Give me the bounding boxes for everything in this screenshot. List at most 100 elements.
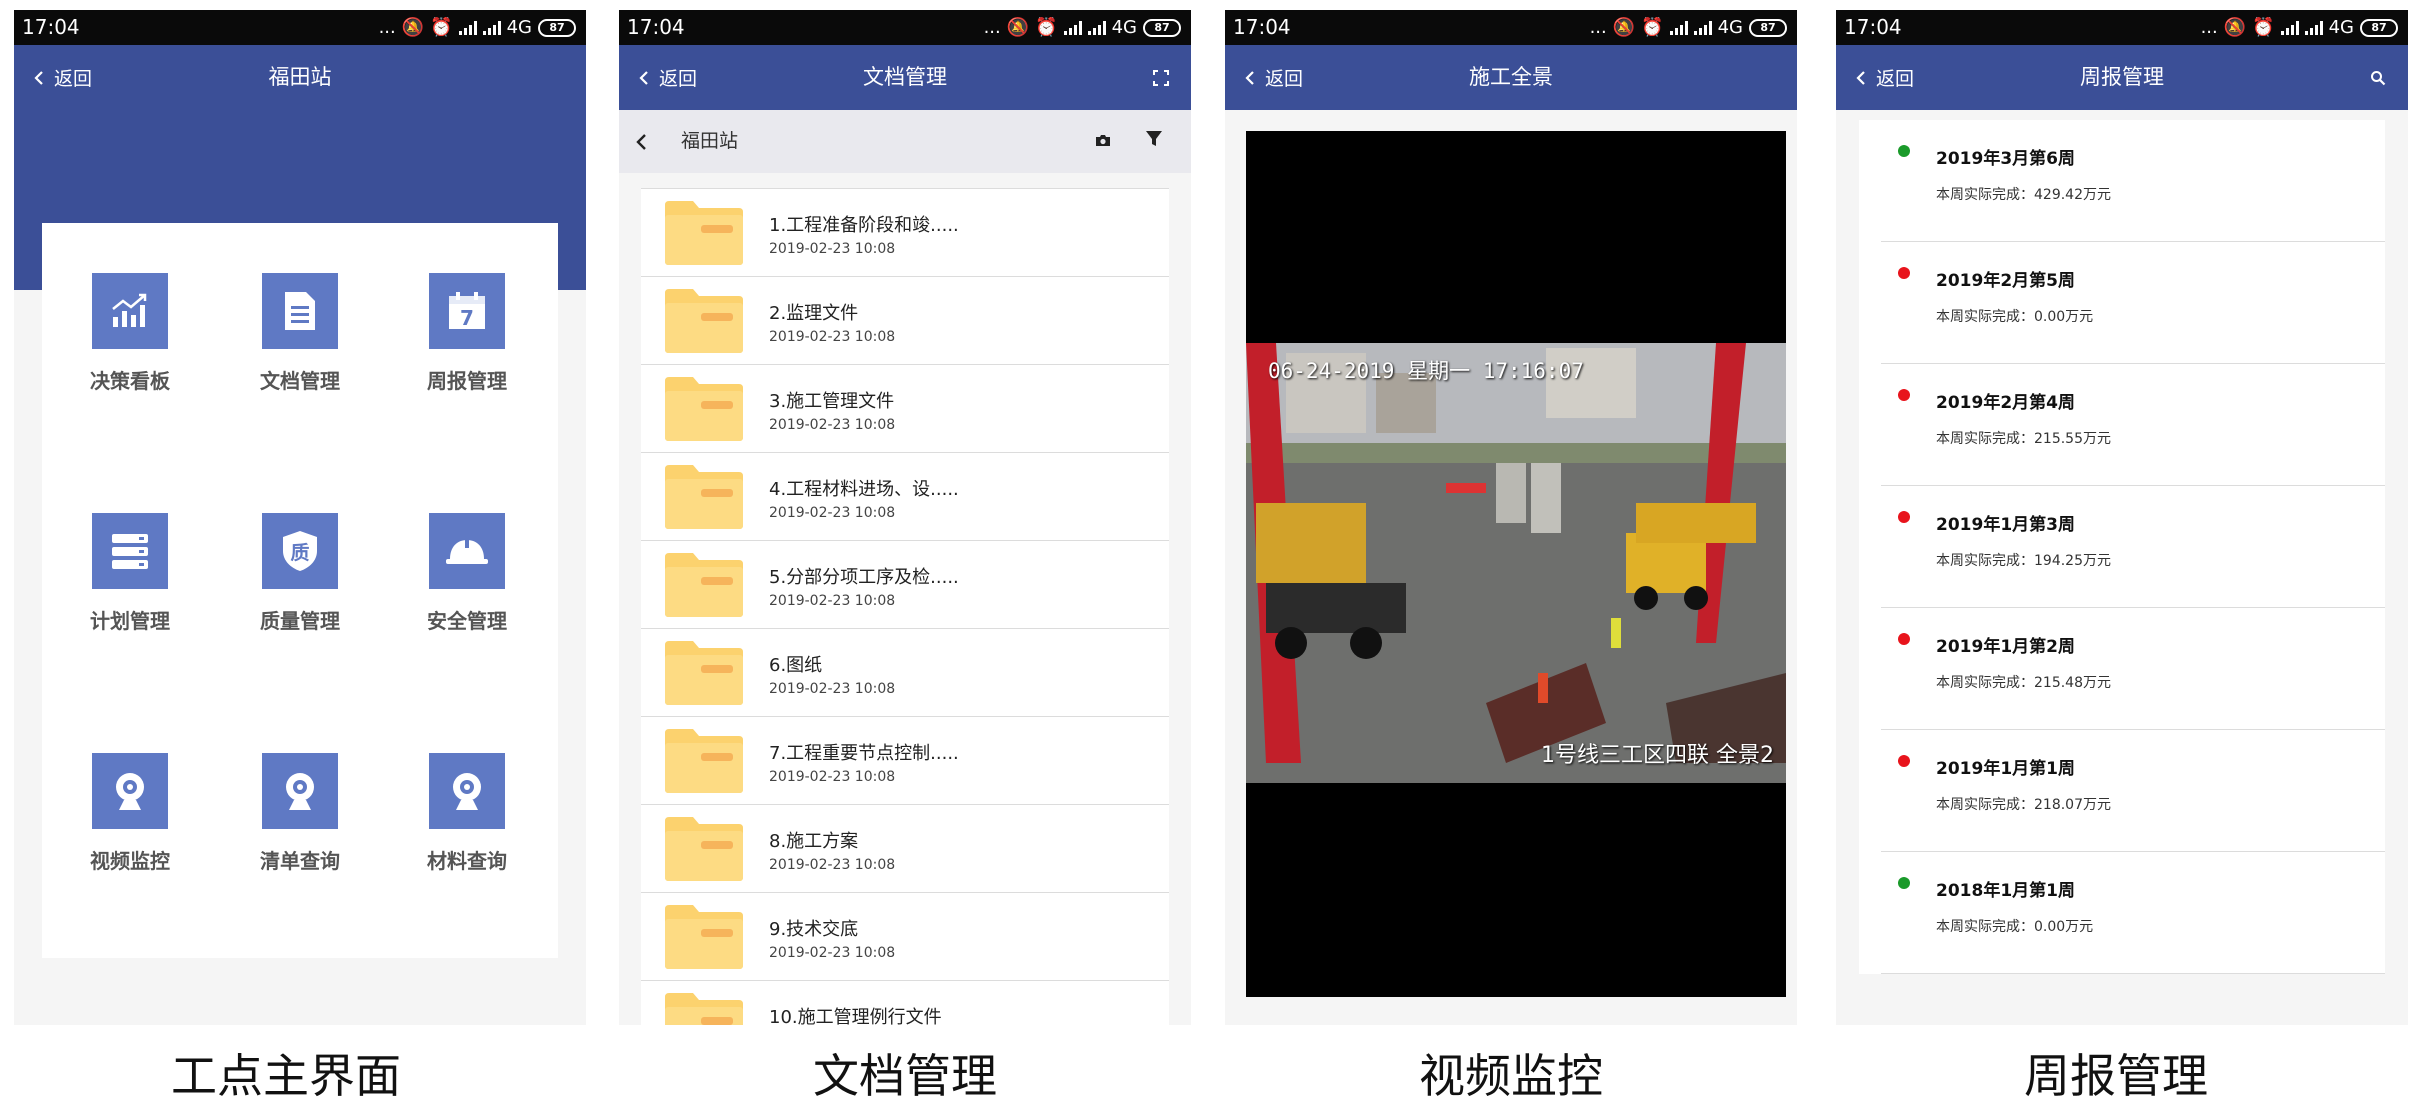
folder-icon xyxy=(665,553,743,617)
nav-bar: 返回 周报管理 xyxy=(1836,45,2408,110)
document-name: 9.技术交底 xyxy=(769,919,859,940)
weekly-report-row[interactable]: 2019年3月第6周 本周实际完成：429.42万元 xyxy=(1881,120,2385,242)
status-bar: 17:04 ... 🔕 ⏰ 4G 87 xyxy=(1225,10,1797,45)
signal-icon xyxy=(2304,20,2323,35)
document-date: 2019-02-23 10:08 xyxy=(769,241,896,257)
caption-site-home: 工点主界面 xyxy=(171,1049,401,1103)
tile-plan-management[interactable]: 计划管理 xyxy=(60,513,200,643)
back-button[interactable]: 返回 xyxy=(34,45,92,110)
search-button[interactable] xyxy=(2370,45,2386,110)
document-row[interactable]: 10.施工管理例行文件 xyxy=(641,980,1169,1025)
folder-icon xyxy=(665,201,743,265)
more-dots-icon: ... xyxy=(2200,17,2218,38)
document-date: 2019-02-23 10:08 xyxy=(769,681,896,697)
document-date: 2019-02-23 10:08 xyxy=(769,593,896,609)
folder-icon xyxy=(665,817,743,881)
svg-text:质: 质 xyxy=(290,542,309,564)
document-row[interactable]: 3.施工管理文件 2019-02-23 10:08 xyxy=(641,364,1169,452)
webcam-icon xyxy=(286,773,314,810)
tile-weekly-report[interactable]: 7 周报管理 xyxy=(397,273,537,403)
folder-icon xyxy=(665,289,743,353)
video-player[interactable]: 06-24-2019 星期一 17:16:07 1号线三工区四联 全景2 xyxy=(1246,131,1786,997)
folder-icon xyxy=(665,465,743,529)
network-type: 4G xyxy=(1111,17,1137,38)
camera-label: 1号线三工区四联 全景2 xyxy=(1541,743,1774,768)
back-label: 返回 xyxy=(54,68,93,90)
weekly-report-row[interactable]: 2019年1月第1周本周实际完成：218.07万元 xyxy=(1881,730,2385,852)
back-button[interactable]: 返回 xyxy=(1856,45,1914,110)
signal-icon xyxy=(1669,20,1688,35)
nav-bar: 返回 福田站 xyxy=(14,45,586,110)
construction-site-image xyxy=(1246,343,1786,783)
week-amount: 本周实际完成：0.00万元 xyxy=(1936,309,2094,325)
weekly-report-row[interactable]: 2018年1月第1周 本周实际完成：0.00万元 xyxy=(1881,852,2385,974)
tile-quality-management[interactable]: 质 质量管理 xyxy=(230,513,370,643)
document-row[interactable]: 2.监理文件 2019-02-23 10:08 xyxy=(641,276,1169,364)
week-amount: 本周实际完成：218.07万元 xyxy=(1936,797,2111,813)
battery-icon: 87 xyxy=(1749,18,1787,37)
search-icon xyxy=(2371,70,2386,85)
back-button[interactable]: 返回 xyxy=(1245,45,1303,110)
signal-icon xyxy=(1693,20,1712,35)
page-title: 周报管理 xyxy=(2080,65,2164,89)
more-dots-icon: ... xyxy=(1589,17,1607,38)
back-button[interactable]: 返回 xyxy=(639,45,697,110)
tile-label: 安全管理 xyxy=(427,609,507,633)
folder-path-bar: 福田站 xyxy=(619,110,1191,173)
page-title: 施工全景 xyxy=(1469,65,1553,89)
document-row[interactable]: 4.工程材料进场、设..... 2019-02-23 10:08 xyxy=(641,452,1169,540)
webcam-icon xyxy=(116,773,144,810)
document-row[interactable]: 5.分部分项工序及检..... 2019-02-23 10:08 xyxy=(641,540,1169,628)
tile-video-monitoring[interactable]: 视频监控 xyxy=(60,753,200,883)
document-row[interactable]: 9.技术交底 2019-02-23 10:08 xyxy=(641,892,1169,980)
tile-list-query[interactable]: 清单查询 xyxy=(230,753,370,883)
alarm-icon: ⏰ xyxy=(430,17,453,38)
tile-label: 文档管理 xyxy=(260,369,340,393)
document-date: 2019-02-23 10:08 xyxy=(769,505,896,521)
video-timestamp: 06-24-2019 星期一 17:16:07 xyxy=(1268,359,1584,383)
document-date: 2019-02-23 10:08 xyxy=(769,329,896,345)
signal-icon xyxy=(458,20,477,35)
status-dot xyxy=(1898,389,1910,401)
tile-material-query[interactable]: 材料查询 xyxy=(397,753,537,883)
status-dot xyxy=(1898,755,1910,767)
document-row[interactable]: 1.工程准备阶段和竣..... 2019-02-23 10:08 xyxy=(641,188,1169,276)
status-dot xyxy=(1898,267,1910,279)
battery-icon: 87 xyxy=(538,18,576,37)
status-dot xyxy=(1898,511,1910,523)
document-row[interactable]: 8.施工方案 2019-02-23 10:08 xyxy=(641,804,1169,892)
tile-document-management[interactable]: 文档管理 xyxy=(230,273,370,403)
chevron-left-icon xyxy=(1856,70,1865,85)
tile-decision-board[interactable]: 决策看板 xyxy=(60,273,200,403)
screen-site-home: 17:04 ... 🔕 ⏰ 4G 87 返回 福田站 决策看板 文档管理 7 周… xyxy=(14,10,586,1025)
document-date: 2019-02-23 10:08 xyxy=(769,417,896,433)
weekly-report-row[interactable]: 2019年1月第3周 本周实际完成：194.25万元 xyxy=(1881,486,2385,608)
folder-back-button[interactable] xyxy=(635,110,647,173)
camera-button[interactable] xyxy=(1095,132,1111,151)
weekly-report-row[interactable]: 2019年2月第4周 本周实际完成：215.55万元 xyxy=(1881,364,2385,486)
filter-button[interactable] xyxy=(1145,130,1163,152)
alarm-icon: ⏰ xyxy=(1035,17,1058,38)
week-amount: 本周实际完成：215.55万元 xyxy=(1936,431,2111,447)
mute-icon: 🔕 xyxy=(1006,17,1030,38)
status-bar: 17:04 ... 🔕 ⏰ 4G 87 xyxy=(619,10,1191,45)
battery-icon: 87 xyxy=(2360,18,2398,37)
camera-feed: 06-24-2019 星期一 17:16:07 1号线三工区四联 全景2 xyxy=(1246,343,1786,783)
mute-icon: 🔕 xyxy=(401,17,425,38)
network-type: 4G xyxy=(2328,17,2354,38)
week-amount: 本周实际完成：215.48万元 xyxy=(1936,675,2111,691)
signal-icon xyxy=(2280,20,2299,35)
status-dot xyxy=(1898,145,1910,157)
signal-icon xyxy=(1063,20,1082,35)
week-title: 2018年1月第1周 xyxy=(1936,881,2075,901)
document-row[interactable]: 7.工程重要节点控制..... 2019-02-23 10:08 xyxy=(641,716,1169,804)
week-title: 2019年1月第1周 xyxy=(1936,759,2075,779)
weekly-report-row[interactable]: 2019年1月第2周 本周实际完成：215.48万元 xyxy=(1881,608,2385,730)
module-grid: 决策看板 文档管理 7 周报管理 计划管理 质 质量管理 安全管理 视频监控 清… xyxy=(42,223,558,958)
tile-safety-management[interactable]: 安全管理 xyxy=(397,513,537,643)
status-time: 17:04 xyxy=(22,15,80,39)
weekly-report-row[interactable]: 2019年2月第5周 本周实际完成：0.00万元 xyxy=(1881,242,2385,364)
document-row[interactable]: 6.图纸 2019-02-23 10:08 xyxy=(641,628,1169,716)
fullscreen-button[interactable] xyxy=(1153,45,1169,110)
tile-label: 计划管理 xyxy=(90,609,170,633)
